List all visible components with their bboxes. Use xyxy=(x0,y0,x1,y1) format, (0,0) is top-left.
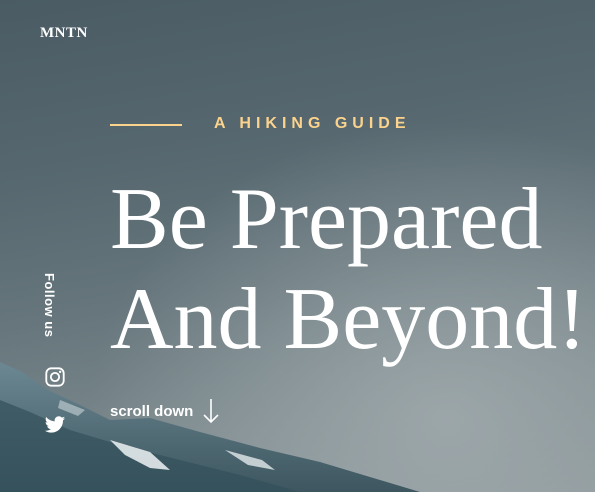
brand-logo[interactable]: MNTN xyxy=(40,25,88,42)
follow-us-label: Follow us xyxy=(42,273,57,338)
twitter-glyph xyxy=(44,416,66,433)
hero-title-line-2: And Beyond! xyxy=(110,271,587,368)
twitter-icon[interactable] xyxy=(44,414,66,436)
scroll-down-link[interactable]: scroll down xyxy=(110,398,219,424)
hero-eyebrow: A HIKING GUIDE xyxy=(214,115,411,132)
hero-section: MNTN A HIKING GUIDE Be Prepared And Beyo… xyxy=(0,0,595,492)
hero-title: Be Prepared And Beyond! xyxy=(110,170,587,370)
instagram-glyph xyxy=(45,367,65,387)
scroll-down-label: scroll down xyxy=(110,402,194,420)
arrow-down-icon xyxy=(203,399,219,424)
instagram-icon[interactable] xyxy=(44,366,66,388)
eyebrow-divider xyxy=(110,124,182,126)
hero-title-line-1: Be Prepared xyxy=(110,171,543,268)
